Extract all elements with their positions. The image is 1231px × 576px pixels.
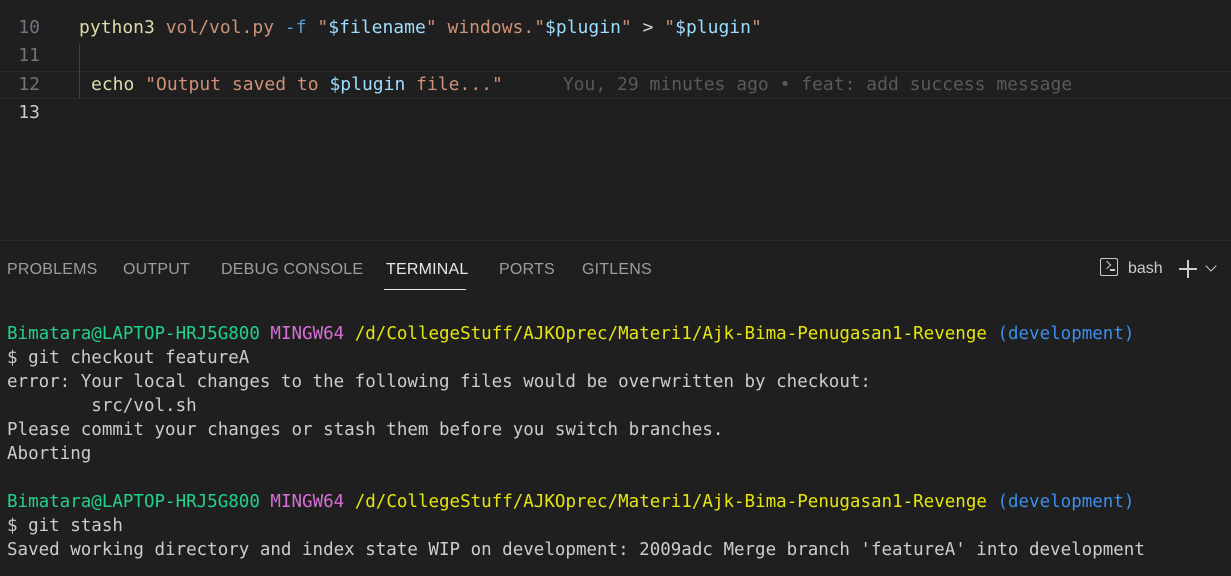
tab-terminal[interactable]: TERMINAL [386,261,469,279]
tab-output[interactable]: OUTPUT [123,261,190,279]
prompt-line: Bimatara@LAPTOP-HRJ5G800 MINGW64 /d/Coll… [7,490,1134,514]
code-text: python3 vol/vol.py -f "$filename" window… [79,14,762,42]
code-token: $plugin [675,17,751,38]
git-blame-annotation[interactable]: You, 29 minutes ago • feat: add success … [563,74,1072,95]
line-number: 13 [18,102,40,123]
command-line: $ git stash [7,516,123,536]
editor-line-11[interactable]: 11 python3 vol/vol.py -f "$filename" win… [0,14,1231,66]
output-line: Saved working directory and index state … [7,540,1145,560]
prompt-path: /d/CollegeStuff/AJKOprec/Materi1/Ajk-Bim… [354,492,987,512]
prompt-branch: (development) [997,324,1135,344]
code-token: " [425,17,437,38]
indent-guide [79,44,80,98]
active-tab-indicator [384,289,466,290]
plus-icon[interactable] [1178,259,1198,279]
code-token: "Output saved to [134,74,330,95]
shell-label[interactable]: bash [1128,260,1163,278]
output-line: src/vol.sh [7,396,197,416]
prompt-env: MINGW64 [270,324,345,344]
prompt-path: /d/CollegeStuff/AJKOprec/Materi1/Ajk-Bim… [354,324,987,344]
output-line: Please commit your changes or stash them… [7,420,724,440]
code-token: -f [274,17,307,38]
code-token: echo [91,74,135,95]
tab-ports[interactable]: PORTS [499,261,555,279]
code-token: file..." [405,74,503,95]
prompt-user: Bimatara@LAPTOP-HRJ5G800 [7,324,260,344]
prompt-env: MINGW64 [270,492,345,512]
tab-gitlens[interactable]: GITLENS [582,261,652,279]
code-token: " [664,17,676,38]
code-token: windows." [436,17,546,38]
code-text: echo "Output saved to $plugin file..." Yo… [91,71,1072,99]
code-token: " [620,17,632,38]
prompt-user: Bimatara@LAPTOP-HRJ5G800 [7,492,260,512]
editor-line-12[interactable]: 12 [0,43,1231,95]
code-token: " [750,17,762,38]
editor-line-10: 10 [0,0,1231,38]
tab-problems[interactable]: PROBLEMS [7,261,98,279]
code-token: $plugin [545,17,621,38]
code-token: python3 [79,17,155,38]
code-token: > [631,17,665,38]
prompt-line: Bimatara@LAPTOP-HRJ5G800 MINGW64 /d/Coll… [7,322,1134,346]
output-line: Aborting [7,444,92,464]
terminal-output[interactable]: Bimatara@LAPTOP-HRJ5G800 MINGW64 /d/Coll… [0,322,1231,576]
code-token: $plugin [329,74,406,95]
tab-debug-console[interactable]: DEBUG CONSOLE [221,261,363,279]
output-line: error: Your local changes to the followi… [7,372,871,392]
panel-tabs: PROBLEMS OUTPUT DEBUG CONSOLE TERMINAL P… [0,241,1231,297]
code-token: $filename [328,17,426,38]
command-line: $ git checkout featureA [7,348,250,368]
editor-line-13[interactable]: 13 echo "Output saved to $plugin file...… [0,71,1231,123]
code-token: vol/vol.py [154,17,275,38]
prompt-branch: (development) [997,492,1135,512]
terminal-icon[interactable] [1100,258,1118,276]
code-editor[interactable]: 10 11 python3 vol/vol.py -f "$filename" … [0,0,1231,240]
code-token: " [306,17,329,38]
vscode-window: 10 11 python3 vol/vol.py -f "$filename" … [0,0,1231,576]
